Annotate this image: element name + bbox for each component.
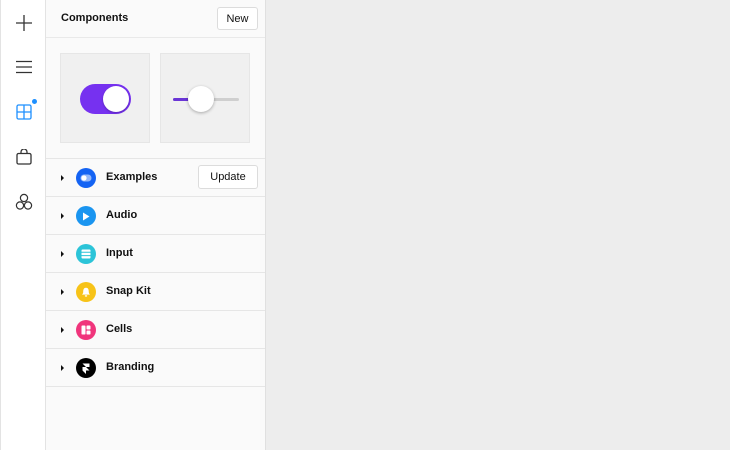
store-button[interactable] <box>9 142 39 172</box>
list-item-examples[interactable]: Examples Update <box>46 159 265 197</box>
update-button[interactable]: Update <box>198 165 258 189</box>
list-item-label: Audio <box>106 209 138 221</box>
panel-header: Components New <box>46 0 265 38</box>
new-button[interactable]: New <box>217 7 258 30</box>
expand-caret-icon[interactable] <box>61 213 64 219</box>
plus-icon <box>16 15 32 31</box>
play-icon <box>76 206 96 226</box>
list-item-label: Branding <box>106 361 155 373</box>
add-button[interactable] <box>9 8 39 38</box>
canvas-area[interactable] <box>266 0 730 450</box>
slider-knob <box>188 86 215 112</box>
components-panel: Components New Examples Update Audio Inp… <box>46 0 266 450</box>
components-button[interactable] <box>9 97 39 127</box>
list-item-branding[interactable]: Branding <box>46 349 265 387</box>
notification-badge <box>32 99 37 104</box>
community-button[interactable] <box>9 187 39 217</box>
list-item-label: Examples <box>106 171 158 183</box>
slider-preview-tile[interactable] <box>160 53 250 143</box>
framer-icon <box>76 358 96 378</box>
list-item-snap-kit[interactable]: Snap Kit <box>46 273 265 311</box>
bag-icon <box>16 149 32 165</box>
expand-caret-icon[interactable] <box>61 365 64 371</box>
icon-rail <box>0 0 46 450</box>
grid-icon <box>16 104 32 120</box>
component-packages-list: Examples Update Audio Input Snap Kit Cel… <box>46 159 265 387</box>
layers-button[interactable] <box>9 52 39 82</box>
circles-icon <box>15 193 33 210</box>
list-item-cells[interactable]: Cells <box>46 311 265 349</box>
toggle-switch <box>80 84 131 114</box>
toggle-knob <box>103 86 129 112</box>
list-item-label: Cells <box>106 323 133 335</box>
expand-caret-icon[interactable] <box>61 175 64 181</box>
cells-icon <box>76 320 96 340</box>
expand-caret-icon[interactable] <box>61 327 64 333</box>
list-item-audio[interactable]: Audio <box>46 197 265 235</box>
expand-caret-icon[interactable] <box>61 251 64 257</box>
list-item-label: Input <box>106 247 133 259</box>
bell-icon <box>76 282 96 302</box>
list-item-label: Snap Kit <box>106 285 151 297</box>
toggle-icon <box>76 168 96 188</box>
panel-title: Components <box>61 12 129 24</box>
component-previews <box>46 38 265 159</box>
input-icon <box>76 244 96 264</box>
toggle-preview-tile[interactable] <box>60 53 150 143</box>
menu-icon <box>16 60 32 74</box>
expand-caret-icon[interactable] <box>61 289 64 295</box>
list-item-input[interactable]: Input <box>46 235 265 273</box>
